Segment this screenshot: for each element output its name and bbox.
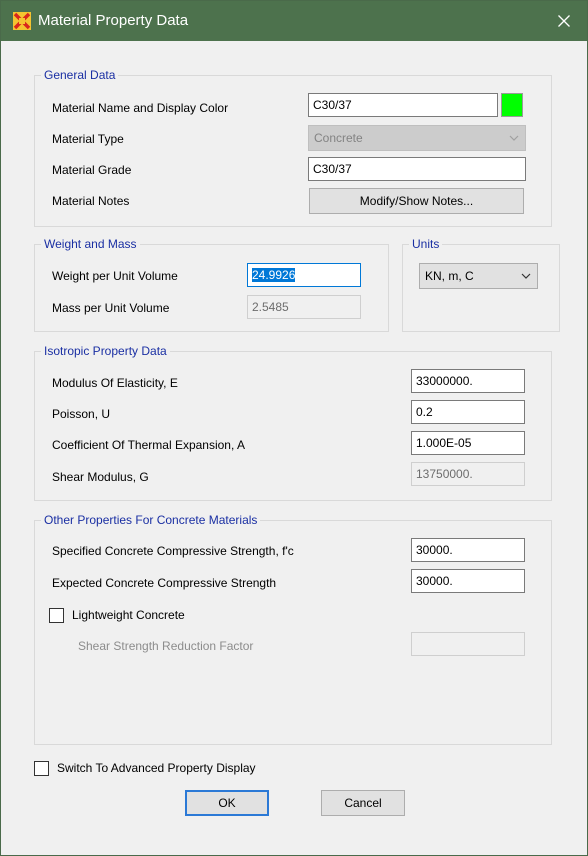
shear-reduction-input — [411, 632, 525, 656]
material-notes-label: Material Notes — [52, 194, 130, 208]
poisson-label: Poisson, U — [52, 407, 111, 421]
weight-mass-title: Weight and Mass — [41, 237, 140, 251]
advanced-display-checkbox[interactable] — [34, 761, 49, 776]
concrete-properties-title: Other Properties For Concrete Materials — [41, 513, 261, 527]
weight-input[interactable]: 24.9926 — [247, 263, 361, 287]
chevron-down-icon — [521, 273, 531, 279]
title-bar[interactable]: Material Property Data — [1, 1, 587, 41]
weight-value: 24.9926 — [252, 268, 296, 282]
lightweight-concrete-label: Lightweight Concrete — [72, 608, 185, 622]
material-name-label: Material Name and Display Color — [52, 101, 229, 115]
cancel-button[interactable]: Cancel — [321, 790, 405, 816]
expected-strength-label: Expected Concrete Compressive Strength — [52, 576, 277, 590]
isotropic-title: Isotropic Property Data — [41, 344, 170, 358]
modulus-elasticity-input[interactable]: 33000000. — [411, 369, 525, 393]
material-type-value: Concrete — [314, 131, 363, 145]
shear-modulus-label: Shear Modulus, G — [52, 470, 149, 484]
material-grade-input[interactable]: C30/37 — [308, 157, 526, 181]
shear-reduction-label: Shear Strength Reduction Factor — [78, 639, 254, 653]
material-type-label: Material Type — [52, 132, 124, 146]
poisson-input[interactable]: 0.2 — [411, 400, 525, 424]
display-color-swatch[interactable] — [501, 93, 523, 117]
mass-input: 2.5485 — [247, 295, 361, 319]
material-grade-label: Material Grade — [52, 163, 132, 177]
expected-strength-input[interactable]: 30000. — [411, 569, 525, 593]
app-logo-icon — [13, 12, 31, 30]
close-icon — [558, 15, 570, 27]
material-name-input[interactable]: C30/37 — [308, 93, 498, 117]
mass-label: Mass per Unit Volume — [52, 301, 170, 315]
close-button[interactable] — [541, 1, 587, 41]
advanced-display-label: Switch To Advanced Property Display — [57, 761, 256, 775]
modify-notes-button[interactable]: Modify/Show Notes... — [309, 188, 524, 214]
units-select[interactable]: KN, m, C — [419, 263, 538, 289]
units-title: Units — [409, 237, 443, 251]
modulus-elasticity-label: Modulus Of Elasticity, E — [52, 376, 178, 390]
specified-strength-input[interactable]: 30000. — [411, 538, 525, 562]
window-title: Material Property Data — [38, 12, 189, 29]
thermal-expansion-input[interactable]: 1.000E-05 — [411, 431, 525, 455]
ok-button[interactable]: OK — [185, 790, 269, 816]
general-data-title: General Data — [41, 68, 119, 82]
chevron-down-icon — [509, 135, 519, 141]
thermal-expansion-label: Coefficient Of Thermal Expansion, A — [52, 438, 245, 452]
specified-strength-label: Specified Concrete Compressive Strength,… — [52, 544, 294, 558]
material-property-dialog: Material Property Data General Data Mate… — [0, 0, 588, 856]
lightweight-concrete-checkbox[interactable] — [49, 608, 64, 623]
units-value: KN, m, C — [425, 269, 474, 283]
material-type-select[interactable]: Concrete — [308, 125, 526, 151]
weight-label: Weight per Unit Volume — [52, 269, 178, 283]
shear-modulus-input: 13750000. — [411, 462, 525, 486]
